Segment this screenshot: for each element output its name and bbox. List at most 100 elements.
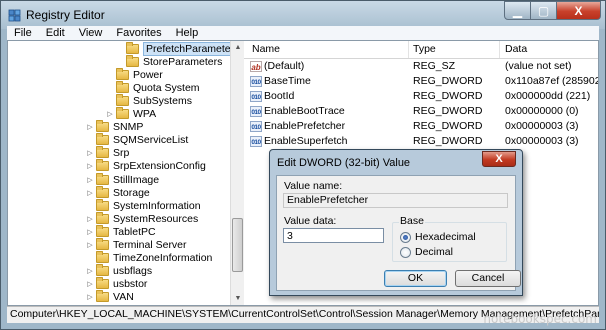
- title-bar[interactable]: Registry Editor ▁ ▢ X: [1, 1, 605, 29]
- value-row[interactable]: 010 EnableBootTrace REG_DWORD 0x00000000 (0…: [244, 105, 598, 118]
- value-data-input[interactable]: [283, 228, 384, 243]
- value-row[interactable]: 010BaseTime REG_DWORD 0x110a87ef (28590283…: [244, 75, 598, 88]
- minimize-button[interactable]: ▁: [504, 1, 531, 20]
- expand-arrow-icon[interactable]: ▷: [86, 241, 94, 249]
- folder-icon: [96, 264, 109, 277]
- tree-item[interactable]: ▷ VAN: [86, 290, 134, 304]
- tree-item-label: PrefetchParameters: [143, 41, 230, 56]
- ok-button[interactable]: OK: [384, 270, 447, 287]
- minimize-icon: ▁: [512, 3, 523, 18]
- folder-icon: [96, 238, 109, 250]
- tree-item-label: TabletPC: [113, 225, 156, 238]
- tree-item[interactable]: ▷ TabletPC: [86, 224, 156, 238]
- value-name: EnablePrefetcher: [264, 120, 346, 132]
- scroll-up-icon[interactable]: ▲: [232, 41, 244, 54]
- dialog-close-button[interactable]: X: [482, 151, 516, 167]
- expand-arrow-icon[interactable]: ▷: [86, 228, 94, 236]
- value-name-field: EnablePrefetcher: [283, 193, 508, 208]
- folder-icon: [96, 133, 109, 146]
- string-value-icon: ab: [250, 61, 262, 72]
- edit-dword-dialog: Edit DWORD (32-bit) Value X Value name: …: [269, 149, 523, 296]
- folder-icon: [116, 80, 129, 93]
- dialog-body: Value name: EnablePrefetcher Value data:…: [276, 175, 521, 291]
- expand-arrow-icon[interactable]: ▷: [86, 162, 94, 170]
- tree-item[interactable]: Quota System: [106, 80, 200, 94]
- dword-value-icon: 010: [250, 106, 262, 117]
- expand-arrow-icon[interactable]: ▷: [86, 215, 94, 223]
- cancel-button[interactable]: Cancel: [455, 270, 521, 287]
- expand-arrow-icon[interactable]: ▷: [86, 267, 94, 275]
- close-button[interactable]: X: [557, 1, 601, 20]
- value-row[interactable]: 010 EnableSuperfetch REG_DWORD 0x00000003 (…: [244, 135, 598, 148]
- tree-item-label: SystemResources: [113, 212, 199, 225]
- tree-item[interactable]: ▷ usbstor: [86, 277, 148, 291]
- registry-editor-window: Registry Editor ▁ ▢ X File Edit View Fav…: [0, 0, 606, 330]
- value-data: 0x00000003 (3): [505, 120, 579, 132]
- expand-arrow-icon[interactable]: ▷: [86, 149, 94, 157]
- tree-item[interactable]: SystemInformation: [86, 198, 201, 212]
- value-name: EnableSuperfetch: [264, 135, 348, 147]
- scroll-down-icon[interactable]: ▼: [232, 292, 244, 305]
- scroll-thumb[interactable]: [232, 218, 243, 272]
- tree-item[interactable]: Power: [106, 67, 163, 81]
- tree-item[interactable]: SubSystems: [106, 93, 192, 107]
- hexadecimal-radio[interactable]: [400, 232, 411, 243]
- value-row[interactable]: ab (Default) REG_SZ (value not set): [244, 60, 598, 73]
- tree-item[interactable]: StoreParameters: [116, 54, 222, 68]
- expand-arrow-icon[interactable]: ▷: [86, 123, 94, 131]
- column-divider[interactable]: [499, 41, 500, 58]
- tree-item-label: TimeZoneInformation: [113, 252, 213, 265]
- column-header-data[interactable]: Data: [505, 43, 527, 55]
- expand-arrow-icon[interactable]: ▷: [86, 280, 94, 288]
- tree-item[interactable]: ▷ StillImage: [86, 172, 159, 186]
- tree-item-label: Terminal Server: [113, 239, 187, 251]
- decimal-label[interactable]: Decimal: [415, 246, 453, 258]
- tree-item[interactable]: SQMServiceList: [86, 133, 188, 147]
- maximize-button[interactable]: ▢: [531, 1, 557, 20]
- tree-item[interactable]: ▷ Storage: [86, 185, 150, 199]
- tree-item[interactable]: ▷ SystemResources: [86, 211, 199, 225]
- tree-item-label: usbstor: [113, 278, 148, 291]
- tree-item[interactable]: TimeZoneInformation: [86, 251, 213, 265]
- column-header-type[interactable]: Type: [413, 43, 436, 55]
- tree-item-label: SNMP: [113, 121, 144, 134]
- menu-favorites[interactable]: Favorites: [109, 27, 168, 39]
- decimal-radio[interactable]: [400, 247, 411, 258]
- registry-tree: PrefetchParametersStoreParametersPowerQu…: [8, 41, 230, 305]
- value-data: (value not set): [505, 60, 572, 72]
- folder-icon: [96, 277, 109, 290]
- menu-edit[interactable]: Edit: [39, 27, 72, 39]
- expand-arrow-icon[interactable]: ▷: [86, 176, 94, 184]
- tree-item[interactable]: ▷ Srp: [86, 146, 130, 160]
- value-data: 0x00000003 (3): [505, 135, 579, 147]
- folder-icon: [96, 172, 109, 185]
- folder-icon: [126, 54, 139, 67]
- menu-bar: File Edit View Favorites Help: [7, 26, 599, 40]
- value-type: REG_DWORD: [413, 90, 483, 102]
- tree-item-label: Srp: [113, 147, 130, 160]
- dword-value-icon: 010: [250, 76, 262, 87]
- tree-item[interactable]: PrefetchParameters: [116, 41, 230, 56]
- tree-item[interactable]: ▷ WPA: [106, 107, 156, 121]
- tree-scrollbar[interactable]: ▲ ▼: [230, 41, 244, 305]
- column-divider[interactable]: [408, 41, 409, 58]
- value-type: REG_DWORD: [413, 75, 483, 87]
- tree-item-label: usbflags: [113, 265, 153, 278]
- hexadecimal-label[interactable]: Hexadecimal: [415, 231, 476, 243]
- tree-item[interactable]: ▷ Terminal Server: [86, 238, 187, 252]
- value-row[interactable]: 010 EnablePrefetcher REG_DWORD 0x00000003 (…: [244, 120, 598, 133]
- tree-item[interactable]: ▷ usbflags: [86, 264, 153, 278]
- tree-item-label: Storage: [113, 186, 150, 199]
- column-header-name[interactable]: Name: [252, 43, 280, 55]
- tree-item-label: VAN: [113, 291, 134, 304]
- value-row[interactable]: 010 BootId REG_DWORD 0x000000dd (221): [244, 90, 598, 103]
- expand-arrow-icon[interactable]: ▷: [86, 293, 94, 301]
- menu-view[interactable]: View: [72, 27, 110, 39]
- expand-arrow-icon[interactable]: ▷: [86, 189, 94, 197]
- dword-value-icon: 010: [250, 136, 262, 147]
- expand-arrow-icon[interactable]: ▷: [106, 110, 114, 118]
- menu-help[interactable]: Help: [169, 27, 206, 39]
- tree-item[interactable]: ▷ SrpExtensionConfig: [86, 159, 206, 173]
- tree-item[interactable]: ▷ SNMP: [86, 120, 144, 134]
- menu-file[interactable]: File: [7, 27, 39, 39]
